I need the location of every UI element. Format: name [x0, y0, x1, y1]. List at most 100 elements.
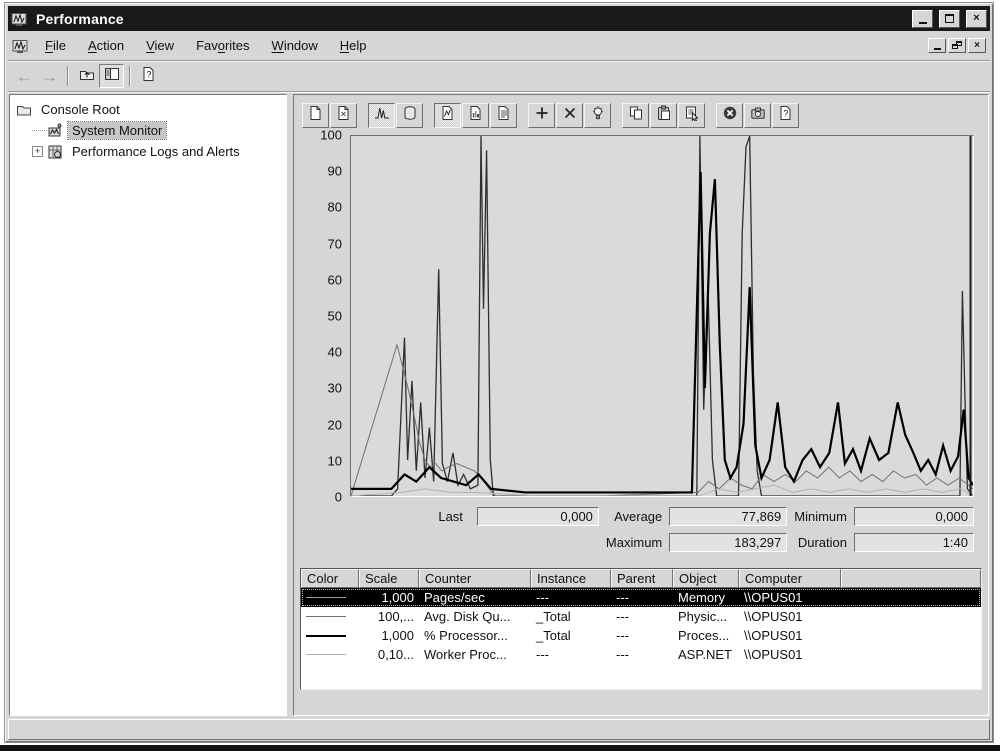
maximum-value: 183,297	[669, 533, 787, 552]
series-worker-process	[351, 485, 973, 496]
menu-bar-items: FileActionViewFavoritesWindowHelp	[34, 34, 378, 57]
help-topics-button[interactable]: ?	[136, 64, 161, 88]
back-arrow-icon: ←	[16, 68, 33, 85]
up-one-level-button[interactable]	[74, 64, 99, 88]
help-button[interactable]: ?	[772, 103, 799, 128]
legend-rows: 1,000Pages/sec------Memory\\OPUS01100,..…	[301, 588, 981, 664]
system-monitor-icon	[47, 123, 63, 139]
app-icon	[11, 11, 27, 27]
view-report-button[interactable]	[490, 103, 517, 128]
view-report-icon	[496, 105, 512, 126]
view-histogram-button[interactable]	[462, 103, 489, 128]
child-minimize-button[interactable]	[928, 38, 946, 53]
view-log-data-icon	[402, 105, 418, 126]
menu-help[interactable]: Help	[329, 34, 378, 57]
update-data-icon	[750, 105, 766, 126]
help-topics-icon: ?	[141, 66, 157, 87]
legend-row-pages-sec[interactable]: 1,000Pages/sec------Memory\\OPUS01	[301, 588, 981, 607]
tree-item-label: Performance Logs and Alerts	[68, 143, 244, 160]
paste-counter-list-button[interactable]	[650, 103, 677, 128]
view-current-activity-button[interactable]	[368, 103, 395, 128]
tree-item-console-root[interactable]: Console Root	[12, 99, 284, 120]
color-swatch	[301, 597, 359, 598]
legend-cell-parent: ---	[611, 590, 673, 605]
legend-cell-object: Proces...	[673, 628, 739, 643]
y-tick-label: 50	[328, 309, 342, 324]
legend-row-worker-proc-[interactable]: 0,10...Worker Proc...------ASP.NET\\OPUS…	[301, 645, 981, 664]
legend-cell-counter: % Processor...	[419, 628, 531, 643]
legend-cell-computer: \\OPUS01	[739, 647, 841, 662]
system-monitor-toolbar: ?	[300, 99, 982, 135]
legend-header: ColorScaleCounterInstanceParentObjectCom…	[301, 569, 981, 588]
maximize-button[interactable]	[939, 10, 960, 28]
counter-legend: ColorScaleCounterInstanceParentObjectCom…	[300, 568, 982, 690]
delete-counter-button[interactable]	[556, 103, 583, 128]
legend-cell-counter: Pages/sec	[419, 590, 531, 605]
view-graph-button[interactable]	[434, 103, 461, 128]
close-button[interactable]: ×	[966, 10, 987, 28]
legend-cell-parent: ---	[611, 647, 673, 662]
clear-display-button[interactable]	[330, 103, 357, 128]
window-title: Performance	[36, 11, 906, 27]
minimum-value: 0,000	[854, 507, 974, 526]
legend-column-instance[interactable]: Instance	[531, 569, 611, 588]
child-close-button[interactable]: ×	[968, 38, 986, 53]
console-window-icon	[12, 38, 28, 54]
tree-expander-icon[interactable]: +	[32, 146, 43, 157]
new-counter-set-button[interactable]	[302, 103, 329, 128]
copy-properties-button[interactable]	[622, 103, 649, 128]
legend-column-parent[interactable]: Parent	[611, 569, 673, 588]
forward-arrow-icon: →	[41, 68, 58, 85]
back-button: ←	[12, 64, 37, 88]
view-current-activity-icon	[374, 105, 390, 126]
menu-file[interactable]: File	[34, 34, 77, 57]
y-axis: 1009080706050403020100	[300, 135, 350, 497]
chart-svg	[351, 136, 973, 496]
add-counter-button[interactable]	[528, 103, 555, 128]
figure-border	[0, 745, 1000, 751]
properties-button[interactable]	[678, 103, 705, 128]
tree-item-label: Console Root	[37, 101, 124, 118]
highlight-button[interactable]	[584, 103, 611, 128]
copy-properties-icon	[628, 105, 644, 126]
tree-item-system-monitor[interactable]: System Monitor	[12, 120, 284, 141]
chart-area: 1009080706050403020100	[300, 135, 982, 497]
y-tick-label: 80	[328, 200, 342, 215]
new-counter-set-icon	[308, 105, 324, 126]
series--processor-time	[351, 172, 973, 492]
show-hide-console-tree-button[interactable]	[99, 64, 124, 88]
tree-item-performance-logs-and-alerts[interactable]: + Performance Logs and Alerts	[12, 141, 284, 162]
forward-button: →	[37, 64, 62, 88]
menu-view[interactable]: View	[135, 34, 185, 57]
legend-column-computer[interactable]: Computer	[739, 569, 841, 588]
menu-favorites[interactable]: Favorites	[185, 34, 260, 57]
folder-icon	[16, 102, 32, 118]
freeze-display-icon	[722, 105, 738, 126]
legend-cell-counter: Worker Proc...	[419, 647, 531, 662]
child-restore-button[interactable]	[948, 38, 966, 53]
legend-column-counter[interactable]: Counter	[419, 569, 531, 588]
legend-row-avg-disk-qu-[interactable]: 100,...Avg. Disk Qu..._Total---Physic...…	[301, 607, 981, 626]
legend-cell-object: ASP.NET	[673, 647, 739, 662]
color-swatch	[301, 654, 359, 655]
status-bar	[8, 719, 990, 740]
average-label: Average	[606, 509, 662, 524]
menu-action[interactable]: Action	[77, 34, 135, 57]
legend-column-scale[interactable]: Scale	[359, 569, 419, 588]
y-tick-label: 0	[335, 490, 342, 505]
legend-column-filler[interactable]	[841, 569, 981, 588]
y-tick-label: 70	[328, 236, 342, 251]
view-log-data-button[interactable]	[396, 103, 423, 128]
menu-window[interactable]: Window	[261, 34, 329, 57]
add-counter-icon	[534, 105, 550, 126]
y-tick-label: 60	[328, 272, 342, 287]
view-histogram-icon	[468, 105, 484, 126]
legend-cell-scale: 100,...	[359, 609, 419, 624]
legend-row--processor-[interactable]: 1,000% Processor..._Total---Proces...\\O…	[301, 626, 981, 645]
update-data-button[interactable]	[744, 103, 771, 128]
freeze-display-button[interactable]	[716, 103, 743, 128]
last-value: 0,000	[477, 507, 599, 526]
legend-column-color[interactable]: Color	[301, 569, 359, 588]
legend-column-object[interactable]: Object	[673, 569, 739, 588]
minimize-button[interactable]	[912, 10, 933, 28]
